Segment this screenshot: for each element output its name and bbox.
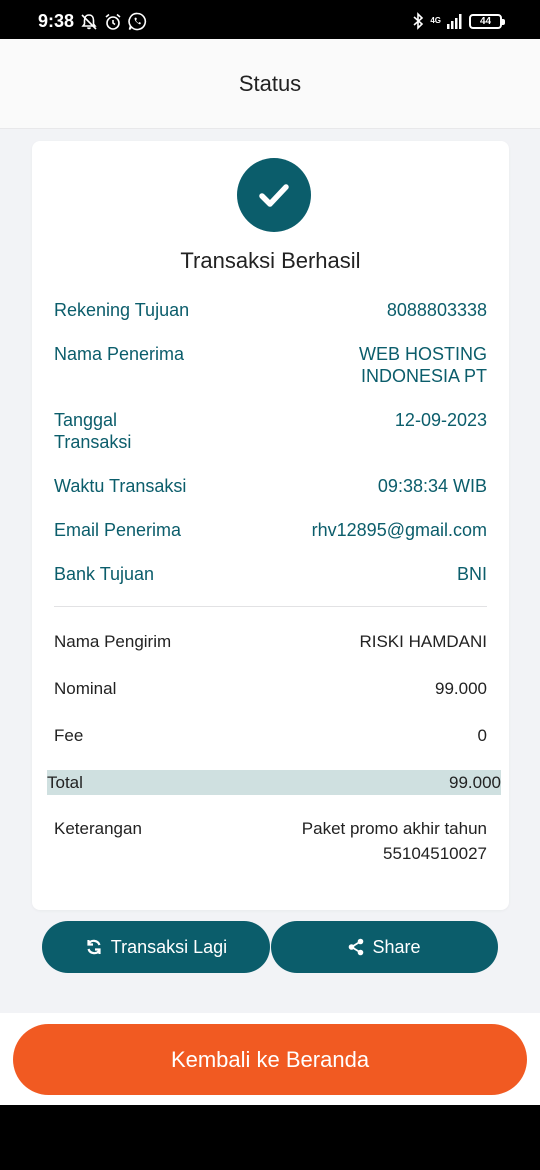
status-right-icons: 4G 44 [412,12,505,30]
detail-row-nama-penerima: Nama Penerima WEB HOSTING INDONESIA PT [54,343,487,387]
summary-row-nominal: Nominal 99.000 [54,678,487,700]
back-to-home-button[interactable]: Kembali ke Beranda [13,1024,527,1095]
back-to-home-label: Kembali ke Beranda [170,1046,370,1072]
summary-value: 0 [477,726,487,745]
summary-value: 99.000 [435,679,487,698]
detail-row-rekening: Rekening Tujuan 8088803338 [54,299,487,321]
battery-level: 44 [479,15,492,27]
transaction-again-button[interactable]: Transaksi Lagi [42,921,270,973]
summary-label: Fee [54,726,84,745]
app-header: Status [0,39,540,129]
detail-row-waktu: Waktu Transaksi 09:38:34 WIB [54,475,487,497]
success-check-icon [237,158,311,232]
detail-label-line: Tanggal [54,410,118,430]
bluetooth-icon [413,12,424,30]
note-value-line: Paket promo akhir tahun [301,819,487,838]
detail-value: 12-09-2023 [394,410,487,430]
detail-value: 8088803338 [386,300,487,320]
note-label: Keterangan [54,819,142,838]
note-row: Keterangan Paket promo akhir tahun 55104… [54,818,487,865]
detail-value: WEB HOSTING INDONESIA PT [359,343,487,387]
summary-label: Nominal [54,679,117,698]
detail-label: Nama Penerima [54,344,185,364]
summary-row-pengirim: Nama Pengirim RISKI HAMDANI [54,631,487,653]
detail-value: rhv12895@gmail.com [311,520,487,540]
detail-label: Email Penerima [54,520,182,540]
total-value: 99.000 [449,772,501,792]
detail-value-line: INDONESIA PT [360,366,487,386]
system-nav-bar [0,1105,540,1170]
share-label: Share [372,936,421,957]
detail-label: Tanggal Transaksi [54,409,131,453]
receipt-card: Transaksi Berhasil Rekening Tujuan 80888… [32,141,509,910]
detail-label-line: Transaksi [54,432,132,452]
status-left-icons [80,12,147,31]
summary-value: RISKI HAMDANI [359,632,487,651]
page-title: Status [238,70,302,96]
notifications-off-icon [81,13,97,30]
detail-row-email: Email Penerima rhv12895@gmail.com [54,519,487,541]
whatsapp-icon [128,12,147,31]
status-bar: 9:38 4G 44 [0,0,540,39]
transaction-again-label: Transaksi Lagi [110,936,228,957]
detail-row-tanggal: Tanggal Transaksi 12-09-2023 [54,409,487,453]
detail-label: Bank Tujuan [54,564,155,584]
share-button[interactable]: Share [271,921,498,973]
total-row: Total 99.000 [47,770,501,795]
battery-icon: 44 [469,13,505,29]
summary-label: Nama Pengirim [54,632,172,651]
refresh-icon [87,939,101,955]
alarm-icon [105,13,121,30]
detail-value: BNI [456,564,487,584]
transaction-status-title: Transaksi Berhasil [180,248,361,273]
network-type: 4G [430,16,441,25]
summary-row-fee: Fee 0 [54,725,487,747]
detail-label: Rekening Tujuan [54,300,190,320]
detail-row-bank: Bank Tujuan BNI [54,563,487,585]
share-icon [349,938,364,956]
note-value: Paket promo akhir tahun 55104510027 [302,818,487,865]
signal-icon [447,14,462,29]
total-label: Total [47,772,83,792]
detail-value-line: WEB HOSTING [358,344,487,364]
detail-label: Waktu Transaksi [54,476,187,496]
detail-value: 09:38:34 WIB [377,476,487,496]
divider [54,606,487,607]
status-time: 9:38 [38,11,75,31]
note-value-line: 55104510027 [382,844,487,863]
